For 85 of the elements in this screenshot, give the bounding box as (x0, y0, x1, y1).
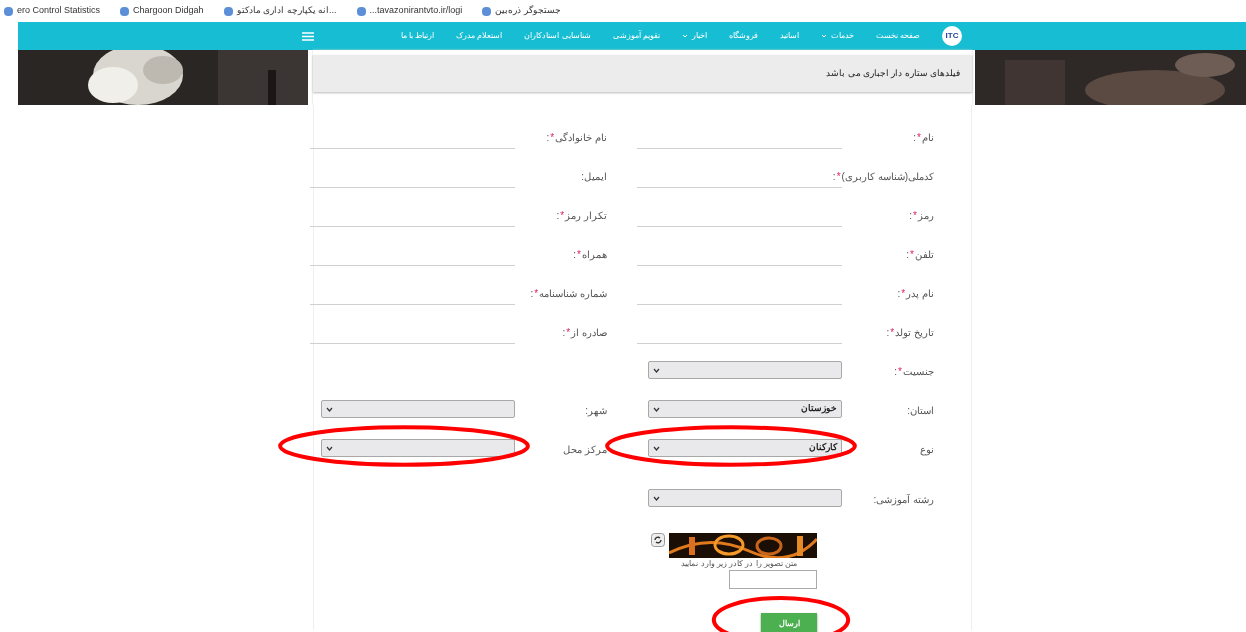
field-label: استان (910, 404, 934, 418)
bookmark-icon (482, 6, 492, 16)
required-mark: * (909, 248, 915, 262)
nav-link[interactable]: خدمات (820, 30, 854, 42)
bookmark[interactable]: ...انه یکپارچه اداری مادکتو (236, 4, 337, 18)
field-label: نام پدر (906, 287, 934, 301)
notice-text: فیلدهای ستاره دار اجباری می باشد (826, 67, 960, 80)
field-label: کدملی(شناسه کاربری) (841, 170, 934, 184)
caret-icon (653, 445, 660, 451)
field-label: تاریخ تولد (895, 326, 934, 340)
label-colon: : (894, 365, 898, 379)
label-colon: : (897, 287, 901, 301)
label-colon: : (873, 493, 877, 505)
select-field[interactable] (321, 400, 515, 418)
bookmark-icon (120, 6, 130, 16)
label-colon: : (530, 287, 534, 301)
label-colon: : (906, 248, 910, 262)
field-label: رشته آموزشی (876, 493, 934, 507)
captcha-input[interactable] (729, 570, 817, 589)
label-colon: : (913, 131, 917, 145)
field-label: نوع (920, 443, 934, 457)
nav-link[interactable]: تقویم آموزشی (612, 30, 660, 42)
required-mark: * (549, 131, 555, 145)
select-field[interactable] (648, 361, 842, 379)
field-label: تلفن (915, 248, 934, 262)
field-label: ایمیل (584, 170, 607, 184)
field-label: نام خانوادگی (555, 131, 607, 145)
field-label: صادره از (571, 326, 607, 340)
required-mark: * (576, 248, 582, 262)
bookmark-icon (223, 6, 233, 16)
bookmark-icon (4, 6, 13, 16)
required-mark: * (916, 131, 922, 145)
menu-icon[interactable] (302, 31, 314, 41)
select-field[interactable]: کارکنان (648, 439, 842, 457)
field-label: مرکز محل (563, 443, 607, 457)
select-value: خوزستان (801, 402, 837, 416)
label-colon: : (907, 404, 910, 418)
label-colon: : (573, 248, 577, 262)
select-value: کارکنان (809, 441, 837, 455)
caret-icon (326, 406, 333, 412)
caret-icon (653, 495, 660, 501)
label-colon: : (832, 170, 836, 184)
required-mark: * (912, 209, 917, 223)
label-colon: : (886, 326, 890, 340)
refresh-icon[interactable] (651, 533, 665, 547)
field-label: نام (922, 131, 934, 145)
select-field[interactable] (321, 439, 515, 457)
bookmark[interactable]: جستجوگر ذره‌بین (495, 4, 561, 18)
submit-button[interactable]: ارسال (761, 612, 817, 632)
field-label: همراه (582, 248, 607, 262)
required-mark: * (559, 209, 565, 221)
label-colon: : (556, 209, 560, 223)
label-colon: : (909, 209, 913, 223)
required-mark: * (889, 326, 895, 340)
nav-link[interactable]: ارتباط با ما (400, 30, 435, 42)
bookmark[interactable]: ...tavazonirantvto.ir/logi (369, 4, 463, 18)
nav-link[interactable]: اساتید (779, 30, 799, 42)
bookmark[interactable]: Chargoon Didgah (133, 4, 204, 18)
nav-link[interactable]: شناسایی استادکاران (524, 30, 591, 42)
required-mark: * (533, 287, 539, 301)
required-mark: * (835, 170, 842, 184)
bookmark[interactable]: ero Control Statistics (17, 4, 101, 18)
field-label: شماره شناسنامه (539, 287, 607, 301)
caret-icon (653, 367, 660, 373)
captcha-hint: متن تصویر را در کادر زیر وارد نمایید (681, 558, 797, 570)
required-mark: * (897, 365, 903, 379)
select-field[interactable]: خوزستان (648, 400, 842, 418)
label-colon: : (546, 131, 550, 145)
caret-icon (653, 406, 660, 412)
label-colon: : (562, 326, 566, 340)
field-label: تکرار رمز (565, 209, 607, 223)
required-mark: * (900, 287, 906, 299)
field-label: شهر (588, 404, 607, 418)
field-label: جنسیت (903, 365, 934, 379)
label-colon: : (585, 404, 588, 416)
nav-link[interactable]: اخبار (681, 30, 707, 42)
caret-icon (326, 445, 333, 451)
bookmark-icon (356, 6, 366, 16)
logo[interactable]: ITC (942, 26, 962, 46)
select-field[interactable] (648, 489, 842, 507)
field-label: رمز (918, 209, 934, 223)
nav-link[interactable]: فروشگاه (728, 30, 758, 42)
nav-link[interactable]: استعلام مدرک (456, 30, 503, 42)
nav-link[interactable]: صفحه نخست (875, 30, 920, 42)
label-colon: : (581, 170, 584, 184)
